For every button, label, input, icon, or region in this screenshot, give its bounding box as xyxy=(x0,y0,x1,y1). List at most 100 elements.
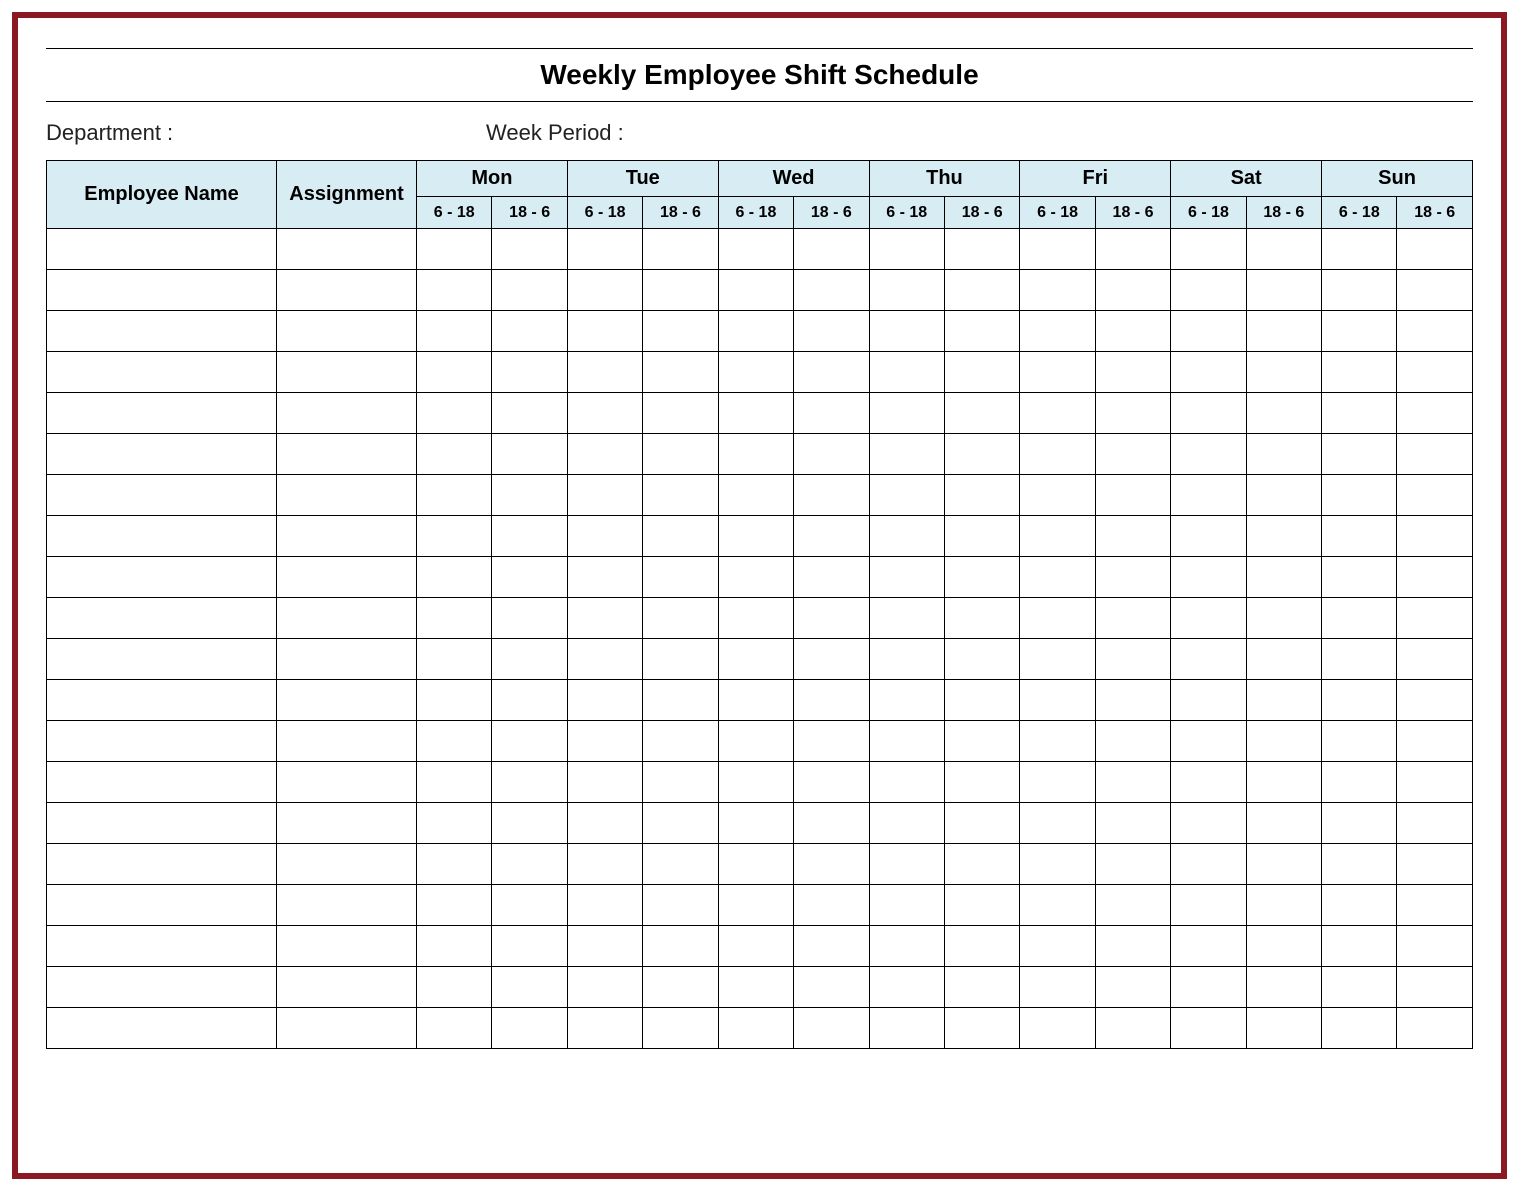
cell-shift xyxy=(417,598,492,639)
cell-shift xyxy=(567,844,642,885)
cell-shift xyxy=(1095,229,1170,270)
cell-shift xyxy=(794,393,869,434)
cell-shift xyxy=(1095,434,1170,475)
cell-shift xyxy=(417,393,492,434)
cell-shift xyxy=(869,844,944,885)
cell-shift xyxy=(718,762,793,803)
cell-shift xyxy=(1397,475,1473,516)
cell-assignment xyxy=(277,311,417,352)
cell-shift xyxy=(718,639,793,680)
cell-shift xyxy=(492,885,567,926)
cell-shift xyxy=(643,639,718,680)
cell-assignment xyxy=(277,926,417,967)
cell-shift xyxy=(1246,680,1321,721)
cell-shift xyxy=(718,352,793,393)
cell-shift xyxy=(869,680,944,721)
cell-assignment xyxy=(277,229,417,270)
cell-shift xyxy=(1020,475,1095,516)
cell-shift xyxy=(944,475,1019,516)
cell-assignment xyxy=(277,434,417,475)
cell-shift xyxy=(492,967,567,1008)
cell-shift xyxy=(492,721,567,762)
cell-shift xyxy=(944,1008,1019,1049)
cell-employee-name xyxy=(47,639,277,680)
table-row xyxy=(47,557,1473,598)
cell-shift xyxy=(492,311,567,352)
cell-employee-name xyxy=(47,229,277,270)
cell-shift xyxy=(794,844,869,885)
cell-shift xyxy=(643,885,718,926)
cell-shift xyxy=(1095,393,1170,434)
cell-assignment xyxy=(277,393,417,434)
cell-shift xyxy=(643,516,718,557)
cell-shift xyxy=(1171,762,1246,803)
cell-shift xyxy=(794,1008,869,1049)
cell-shift xyxy=(643,680,718,721)
cell-shift xyxy=(1246,967,1321,1008)
cell-shift xyxy=(1171,803,1246,844)
cell-shift xyxy=(794,803,869,844)
cell-shift xyxy=(869,926,944,967)
cell-assignment xyxy=(277,885,417,926)
cell-shift xyxy=(1322,598,1397,639)
cell-shift xyxy=(567,557,642,598)
cell-shift xyxy=(492,639,567,680)
cell-shift xyxy=(417,270,492,311)
cell-shift xyxy=(1171,598,1246,639)
cell-shift xyxy=(643,434,718,475)
cell-shift xyxy=(567,516,642,557)
cell-shift xyxy=(1171,885,1246,926)
table-header: Employee Name Assignment Mon Tue Wed Thu… xyxy=(47,161,1473,229)
cell-shift xyxy=(1020,229,1095,270)
cell-shift xyxy=(1020,967,1095,1008)
cell-shift xyxy=(718,311,793,352)
cell-shift xyxy=(1322,885,1397,926)
cell-shift xyxy=(1171,926,1246,967)
cell-shift xyxy=(1397,803,1473,844)
cell-shift xyxy=(1246,393,1321,434)
cell-shift xyxy=(1322,229,1397,270)
cell-shift xyxy=(567,967,642,1008)
cell-shift xyxy=(417,680,492,721)
cell-shift xyxy=(1246,721,1321,762)
cell-shift xyxy=(492,475,567,516)
cell-shift xyxy=(944,557,1019,598)
cell-shift xyxy=(1246,885,1321,926)
cell-shift xyxy=(1020,680,1095,721)
cell-shift xyxy=(492,352,567,393)
cell-shift xyxy=(492,926,567,967)
cell-shift xyxy=(1171,352,1246,393)
cell-shift xyxy=(1095,311,1170,352)
header-employee-name: Employee Name xyxy=(47,161,277,229)
cell-shift xyxy=(869,393,944,434)
cell-shift xyxy=(1095,1008,1170,1049)
cell-employee-name xyxy=(47,885,277,926)
cell-shift xyxy=(1397,557,1473,598)
header-shift: 6 - 18 xyxy=(567,197,642,229)
cell-shift xyxy=(1322,721,1397,762)
cell-employee-name xyxy=(47,557,277,598)
cell-shift xyxy=(417,1008,492,1049)
cell-shift xyxy=(944,762,1019,803)
cell-shift xyxy=(794,557,869,598)
cell-shift xyxy=(417,639,492,680)
header-day-fri: Fri xyxy=(1020,161,1171,197)
cell-shift xyxy=(944,885,1019,926)
cell-shift xyxy=(794,680,869,721)
cell-shift xyxy=(1020,885,1095,926)
cell-shift xyxy=(1020,721,1095,762)
header-assignment: Assignment xyxy=(277,161,417,229)
table-row xyxy=(47,475,1473,516)
cell-shift xyxy=(492,803,567,844)
cell-shift xyxy=(869,762,944,803)
cell-shift xyxy=(1171,721,1246,762)
header-shift: 6 - 18 xyxy=(869,197,944,229)
cell-shift xyxy=(944,393,1019,434)
cell-shift xyxy=(567,680,642,721)
cell-shift xyxy=(718,270,793,311)
cell-shift xyxy=(1322,639,1397,680)
header-shift: 18 - 6 xyxy=(643,197,718,229)
header-day-sat: Sat xyxy=(1171,161,1322,197)
table-row xyxy=(47,311,1473,352)
cell-shift xyxy=(417,803,492,844)
